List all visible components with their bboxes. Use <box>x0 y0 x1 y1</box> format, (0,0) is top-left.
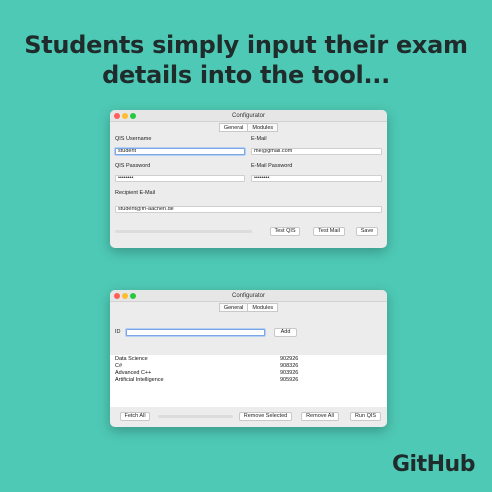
remove-all-button[interactable]: Remove All <box>301 412 339 421</box>
module-id: 908326 <box>280 363 299 369</box>
window-title: Configurator <box>231 293 266 299</box>
title-bar[interactable]: Configurator <box>110 110 387 122</box>
run-qis-button[interactable]: Run QIS <box>350 412 381 421</box>
email-label: E-Mail <box>251 136 267 142</box>
list-item[interactable]: Artificial Intelligence 905926 <box>115 377 382 384</box>
qis-username-input[interactable]: student <box>115 148 245 155</box>
qis-password-input[interactable]: •••••••• <box>115 175 245 182</box>
headline: Students simply input their exam details… <box>0 30 492 90</box>
configurator-window-general: Configurator General Modules QIS Username… <box>110 110 387 248</box>
id-input[interactable] <box>126 329 265 336</box>
email-password-input[interactable]: •••••••• <box>251 175 382 182</box>
tab-bar: General Modules <box>110 303 387 313</box>
fetch-all-button[interactable]: Fetch All <box>120 412 150 421</box>
test-mail-button[interactable]: Test Mail <box>313 227 345 236</box>
headline-line-2: details into the tool... <box>102 61 390 89</box>
tab-general[interactable]: General <box>218 303 249 312</box>
email-password-label: E-Mail Password <box>251 163 293 169</box>
remove-selected-button[interactable]: Remove Selected <box>239 412 292 421</box>
headline-line-1: Students simply input their exam <box>24 31 468 59</box>
module-id: 905926 <box>280 377 299 383</box>
module-id: 903926 <box>280 370 299 376</box>
add-button[interactable]: Add <box>274 328 297 337</box>
qis-username-label: QIS Username <box>115 136 152 142</box>
qis-password-label: QIS Password <box>115 163 151 169</box>
module-id: 902926 <box>280 356 299 362</box>
module-name: Data Science <box>115 356 148 362</box>
save-button[interactable]: Save <box>356 227 378 236</box>
window-title: Configurator <box>231 113 266 119</box>
list-item[interactable]: Data Science 902926 <box>115 356 382 363</box>
id-label: ID <box>115 329 121 335</box>
module-name: Artificial Intelligence <box>115 377 164 383</box>
tab-general[interactable]: General <box>218 123 249 132</box>
progress-bar <box>158 415 233 418</box>
tab-modules[interactable]: Modules <box>247 303 279 312</box>
configurator-window-modules: Configurator General Modules ID Add Data … <box>110 290 387 427</box>
github-logo: GitHub <box>392 452 475 477</box>
title-bar[interactable]: Configurator <box>110 290 387 302</box>
progress-bar <box>115 230 252 233</box>
module-list[interactable]: Data Science 902926 C# 908326 Advanced C… <box>110 355 387 407</box>
list-item[interactable]: C# 908326 <box>115 363 382 370</box>
email-input[interactable]: me@gmail.com <box>251 148 382 155</box>
recipient-email-label: Recipient E-Mail <box>115 190 156 196</box>
recipient-email-input[interactable]: student@fh-aachen.de <box>115 206 382 213</box>
tab-modules[interactable]: Modules <box>247 123 279 132</box>
tab-bar: General Modules <box>110 123 387 133</box>
module-name: Advanced C++ <box>115 370 152 376</box>
test-qis-button[interactable]: Test QIS <box>270 227 300 236</box>
list-item[interactable]: Advanced C++ 903926 <box>115 370 382 377</box>
module-name: C# <box>115 363 123 369</box>
